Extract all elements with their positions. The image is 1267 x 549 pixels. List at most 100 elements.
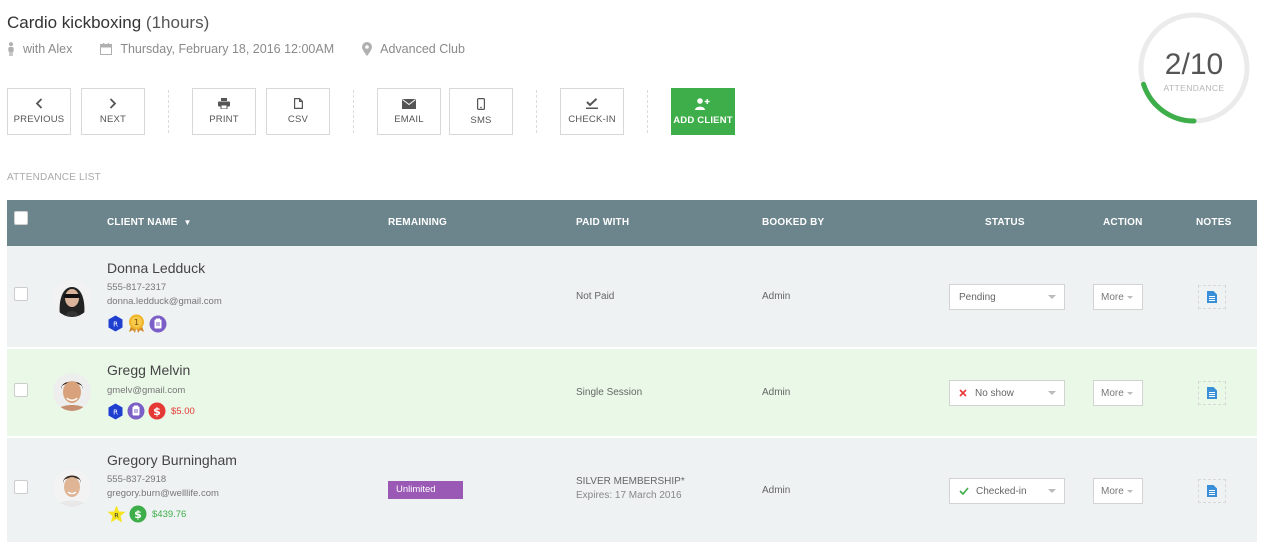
chevron-down-icon (1126, 391, 1133, 395)
client-email: gregory.burn@welllife.com (107, 488, 219, 499)
calendar-icon (100, 43, 113, 55)
column-paid-with: PAID WITH (576, 217, 630, 228)
recurring-badge-icon: R (107, 403, 124, 420)
attendance-table: CLIENT NAME ▼ REMAINING PAID WITH BOOKED… (7, 200, 1257, 544)
table-row: Donna Ledduck 555-817-2317 donna.ledduck… (7, 246, 1257, 349)
mobile-phone-icon (477, 97, 485, 110)
chevron-down-icon (1048, 391, 1056, 395)
attendance-label: ATTENDANCE (1163, 83, 1225, 93)
attendance-list-heading: ATTENDANCE LIST (7, 172, 101, 183)
check-in-button[interactable]: CHECK-IN (560, 88, 624, 135)
more-actions-dropdown[interactable]: More (1093, 284, 1143, 310)
remaining-badge: Unlimited (388, 481, 463, 499)
client-phone: 555-817-2317 (107, 282, 167, 293)
more-actions-dropdown[interactable]: More (1093, 478, 1143, 504)
paid-with: SILVER MEMBERSHIP* (576, 476, 685, 487)
booked-by: Admin (762, 485, 791, 496)
table-row: Gregory Burningham 555-837-2918 gregory.… (7, 438, 1257, 544)
map-marker-icon (362, 42, 373, 56)
client-badges: R 1 (107, 314, 170, 333)
status-dropdown[interactable]: No show (949, 380, 1065, 406)
dollar-icon: $ (129, 505, 147, 523)
column-booked-by: BOOKED BY (762, 217, 825, 228)
balance-amount: $5.00 (171, 405, 195, 417)
sms-button[interactable]: SMS (449, 88, 513, 135)
client-name[interactable]: Gregg Melvin (107, 362, 190, 378)
attendance-gauge: 2/10 ATTENDANCE (1137, 11, 1251, 125)
notes-button[interactable] (1198, 479, 1226, 503)
svg-text:$: $ (153, 405, 161, 418)
class-name: Cardio kickboxing (7, 13, 142, 32)
clipboard-icon (149, 315, 167, 333)
email-button[interactable]: EMAIL (377, 88, 441, 135)
svg-text:R: R (113, 321, 118, 329)
add-user-icon (695, 97, 710, 110)
chevron-right-icon (109, 98, 117, 109)
award-medal-icon: 1 (127, 314, 146, 333)
sort-desc-icon: ▼ (183, 218, 192, 227)
previous-button[interactable]: PREVIOUS (7, 88, 71, 135)
chevron-down-icon (1048, 295, 1056, 299)
chevron-left-icon (35, 98, 43, 109)
svg-text:R: R (113, 408, 118, 416)
print-icon (218, 98, 230, 109)
avatar (53, 469, 91, 507)
recurring-badge-icon: R (107, 315, 124, 332)
divider (536, 90, 537, 133)
add-client-button[interactable]: ADD CLIENT (671, 88, 735, 135)
checkmark-icon (959, 487, 969, 495)
paid-with: Single Session (576, 387, 643, 398)
client-badges: R $ $5.00 (107, 402, 195, 420)
client-phone: 555-837-2918 (107, 474, 167, 485)
class-meta: with Alex Thursday, February 18, 2016 12… (7, 42, 493, 56)
booked-by: Admin (762, 387, 791, 398)
svg-text:R: R (114, 512, 119, 520)
column-remaining: REMAINING (388, 217, 448, 228)
star-badge-icon: R (107, 505, 126, 523)
clipboard-icon (127, 402, 145, 420)
row-checkbox[interactable] (14, 383, 28, 397)
balance-amount: $439.76 (152, 508, 187, 520)
next-button[interactable]: NEXT (81, 88, 145, 135)
document-icon (1207, 485, 1217, 497)
column-notes: NOTES (1196, 217, 1232, 228)
svg-text:$: $ (134, 508, 142, 521)
envelope-icon (402, 98, 416, 109)
checkmark-icon (586, 98, 598, 109)
avatar (53, 373, 91, 411)
notes-button[interactable] (1198, 285, 1226, 309)
client-email: gmelv@gmail.com (107, 385, 186, 396)
paid-with: Not Paid (576, 291, 615, 302)
print-button[interactable]: PRINT (192, 88, 256, 135)
notes-button[interactable] (1198, 381, 1226, 405)
column-status: STATUS (985, 217, 1025, 228)
client-badges: R $ $439.76 (107, 505, 186, 523)
client-name[interactable]: Donna Ledduck (107, 260, 205, 276)
column-client-name[interactable]: CLIENT NAME ▼ (107, 217, 192, 228)
membership-expiry: Expires: 17 March 2016 (576, 490, 682, 501)
class-datetime: Thursday, February 18, 2016 12:00AM (100, 42, 334, 56)
csv-button[interactable]: CSV (266, 88, 330, 135)
status-dropdown[interactable]: Checked-in (949, 478, 1065, 504)
document-icon (1207, 387, 1217, 399)
person-icon (7, 42, 15, 56)
avatar (53, 279, 91, 317)
row-checkbox[interactable] (14, 287, 28, 301)
table-row: Gregg Melvin gmelv@gmail.com R $ $5.00 S… (7, 349, 1257, 438)
chevron-down-icon (1126, 489, 1133, 493)
booked-by: Admin (762, 291, 791, 302)
row-checkbox[interactable] (14, 480, 28, 494)
client-name[interactable]: Gregory Burningham (107, 452, 237, 468)
select-all-checkbox[interactable] (14, 211, 28, 225)
file-icon (293, 98, 303, 109)
divider (647, 90, 648, 133)
chevron-down-icon (1048, 489, 1056, 493)
table-header: CLIENT NAME ▼ REMAINING PAID WITH BOOKED… (7, 200, 1257, 246)
more-actions-dropdown[interactable]: More (1093, 380, 1143, 406)
instructor: with Alex (7, 42, 72, 56)
client-email: donna.ledduck@gmail.com (107, 296, 222, 307)
close-icon (959, 389, 967, 397)
divider (168, 90, 169, 133)
status-dropdown[interactable]: Pending (949, 284, 1065, 310)
dollar-icon: $ (148, 402, 166, 420)
